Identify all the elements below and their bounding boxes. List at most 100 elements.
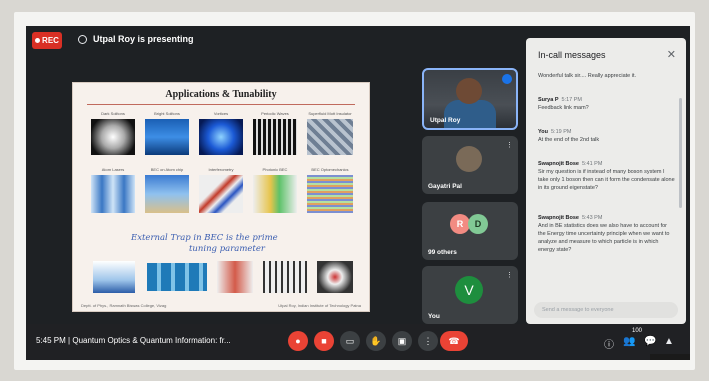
mic-off-icon: ⋮ — [506, 142, 513, 149]
participant-name: Utpal Roy — [430, 117, 461, 124]
handwritten-line-2: tuning parameter — [189, 244, 265, 254]
slide-title: Applications & Tunability — [165, 89, 277, 100]
mic-off-icon: ● — [295, 336, 301, 346]
recording-dot-icon — [35, 38, 41, 43]
slide-panel-periodic-waves: Periodic Waves — [253, 111, 297, 155]
os-taskbar — [650, 354, 690, 360]
message-text: And in BE statistics does we also have t… — [538, 223, 670, 253]
camera-toggle-button[interactable]: ■ — [314, 331, 334, 351]
activities-icon[interactable]: ▲ — [664, 336, 674, 347]
participant-tile-presenter[interactable]: Utpal Roy — [422, 68, 518, 130]
chat-message: Surya P 5:17 PM Feedback link mam? — [538, 96, 676, 112]
avatar-initial: V — [455, 276, 483, 304]
participant-tile-gayatri[interactable]: ⋮ Gayatri Pal — [422, 136, 518, 194]
mic-toggle-button[interactable]: ● — [288, 331, 308, 351]
avatar-initial: D — [468, 214, 488, 234]
chat-message: Wonderful talk sir.... Really appreciate… — [538, 72, 676, 80]
panel-image — [91, 175, 135, 213]
presenting-text: Utpal Roy is presenting — [93, 34, 194, 44]
message-sender: Surya P — [538, 97, 559, 103]
slide-footer-right: Utpal Roy, Indian Institute of Technolog… — [278, 303, 361, 308]
camera-off-icon: ■ — [321, 336, 327, 346]
meeting-info: 5:45 PM | Quantum Optics & Quantum Infor… — [36, 336, 231, 345]
panel-image — [199, 175, 243, 213]
chat-message: Swapnojit Bose 5:41 PM Sir my question is… — [538, 160, 676, 192]
chat-title: In-call messages — [538, 50, 606, 60]
speaking-indicator-icon — [502, 74, 512, 84]
panel-image — [145, 175, 189, 213]
message-time: 5:41 PM — [581, 161, 603, 167]
close-icon[interactable]: ✕ — [667, 48, 676, 61]
people-icon[interactable]: 👥 — [623, 336, 635, 347]
slide-divider — [87, 104, 355, 105]
message-sender: Swapnojit Bose — [538, 161, 579, 167]
present-button[interactable]: ▣ — [392, 331, 412, 351]
slide-panel-interferometry: Interferometry — [199, 167, 243, 213]
meeting-control-bar: 5:45 PM | Quantum Optics & Quantum Infor… — [26, 324, 690, 360]
participant-avatar — [456, 146, 482, 172]
message-sender: Swapnojit Bose — [538, 215, 579, 221]
slide-panel-superfluid: Superfluid Mott Insulator — [307, 111, 353, 155]
panel-image — [307, 175, 353, 213]
slide-panel-bright-solitons: Bright Solitons — [145, 111, 189, 155]
more-vert-icon: ⋮ — [423, 335, 433, 346]
handwritten-line-1: External Trap in BEC is the prime — [131, 233, 278, 243]
recording-badge: REC — [32, 32, 62, 49]
chat-icon[interactable]: 💬 — [644, 336, 656, 347]
slide-panel-row3-b — [147, 263, 207, 291]
slide-panel-row3-a — [93, 261, 135, 293]
slide-panel-row3-c — [217, 261, 253, 293]
meet-window: REC Utpal Roy is presenting Applications… — [26, 26, 690, 360]
panel-image — [253, 175, 297, 213]
mic-off-icon: ⋮ — [506, 272, 513, 279]
hang-up-icon: ☎ — [448, 335, 460, 346]
panel-label: Periodic Waves — [261, 111, 289, 116]
panel-image — [199, 119, 243, 155]
panel-image — [307, 119, 353, 155]
participant-tile-self[interactable]: V ⋮ You — [422, 266, 518, 324]
slide-panel-optomechanics: BEC Optomechanics — [307, 167, 353, 213]
presenting-indicator: Utpal Roy is presenting — [78, 34, 194, 44]
presenter-icon — [78, 34, 87, 44]
avatar-initial: R — [450, 214, 470, 234]
message-time: 5:17 PM — [561, 97, 582, 103]
panel-label: Superfluid Mott Insulator — [308, 111, 352, 116]
slide-panel-photonic-bec: Photonic BEC — [253, 167, 297, 213]
panel-label: Atom Lasers — [101, 167, 125, 172]
slide-panel-vortices: Vortices — [199, 111, 243, 155]
slide-footer: Deptt. of Phys., Ramnath Biswas College,… — [81, 303, 361, 308]
panel-label: Photonic BEC — [262, 167, 288, 172]
chat-message-input[interactable]: Send a message to everyone — [534, 302, 678, 318]
hand-icon: ✋ — [370, 335, 382, 346]
more-options-button[interactable]: ⋮ — [418, 331, 438, 351]
chat-scrollbar[interactable] — [679, 98, 682, 208]
participant-name: 99 others — [428, 249, 457, 256]
message-time: 5:43 PM — [581, 215, 603, 221]
captions-icon: ▭ — [345, 335, 355, 346]
chat-message: You 5:19 PM At the end of the 2nd talk — [538, 128, 676, 144]
chat-message: Swapnojit Bose 5:43 PM And in BE statisti… — [538, 214, 676, 254]
participant-count-badge: 100 — [632, 328, 643, 334]
slide-handwritten-note: External Trap in BEC is the prime tuning… — [131, 233, 331, 255]
panel-label: Interferometry — [208, 167, 234, 172]
panel-image — [253, 119, 297, 155]
panel-image — [91, 119, 135, 155]
slide-panel-row3-e — [317, 261, 353, 293]
slide-footer-left: Deptt. of Phys., Ramnath Biswas College,… — [81, 303, 167, 308]
panel-label: BEC Optomechanics — [311, 167, 349, 172]
recording-label: REC — [42, 36, 59, 45]
participant-tile-others[interactable]: R D 99 others — [422, 202, 518, 260]
panel-label: Dark Solitons — [101, 111, 125, 116]
captions-button[interactable]: ▭ — [340, 331, 360, 351]
slide-panel-dark-solitons: Dark Solitons — [91, 111, 135, 155]
slide-panel-row3-d — [263, 261, 307, 293]
message-text: At the end of the 2nd talk — [538, 137, 600, 143]
participant-face — [456, 78, 482, 104]
present-icon: ▣ — [397, 335, 407, 346]
in-call-messages-panel: In-call messages ✕ Wonderful talk sir...… — [526, 38, 686, 324]
message-text: Feedback link mam? — [538, 105, 589, 111]
leave-call-button[interactable]: ☎ — [440, 331, 468, 351]
message-text: Wonderful talk sir.... Really appreciate… — [538, 73, 637, 79]
info-icon[interactable]: ⓘ — [604, 336, 614, 351]
raise-hand-button[interactable]: ✋ — [366, 331, 386, 351]
